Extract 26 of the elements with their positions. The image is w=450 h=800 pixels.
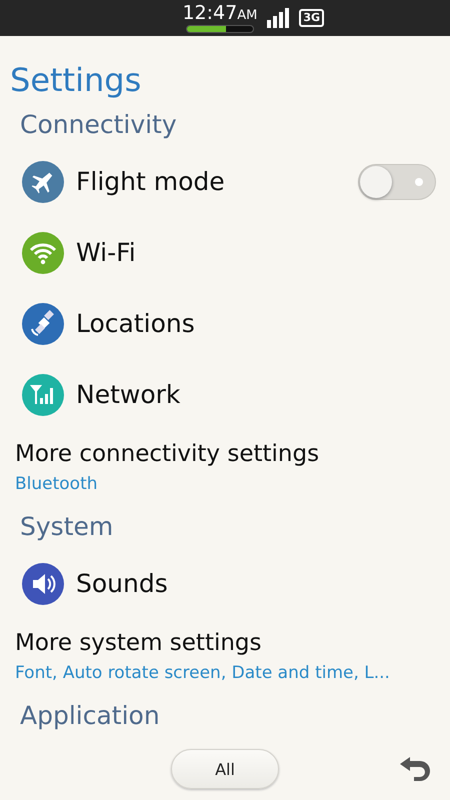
airplane-icon [22,160,64,202]
setting-summary: Font, Auto rotate screen, Date and time, L... [15,662,391,685]
signal-icon [267,8,290,28]
setting-label[interactable]: Sounds [76,569,436,598]
setting-label[interactable]: Flight mode [76,167,346,196]
back-icon[interactable] [398,755,432,783]
section-header: Application [20,700,160,730]
setting-summary: Bluetooth [15,473,99,496]
section-header: System [20,512,114,540]
setting-label[interactable]: More system settings [15,625,435,661]
clock-time: 12:47 [182,2,238,24]
network-type: 3G [299,9,324,27]
setting-label[interactable]: Wi-Fi [76,238,436,267]
setting-label[interactable]: More connectivity settings [15,436,435,472]
toggle-switch[interactable] [358,164,436,200]
speaker-icon [22,562,64,604]
battery-bar [186,25,254,33]
page-title: Settings [10,60,142,100]
section-header: Connectivity [20,110,177,138]
all-button[interactable]: All [171,749,279,789]
signal-tower-icon [22,374,64,416]
wifi-icon [22,232,64,274]
satellite-icon [22,302,64,344]
setting-label[interactable]: Locations [76,309,436,338]
clock-ampm: AM [237,8,258,23]
setting-label[interactable]: Network [76,380,436,409]
